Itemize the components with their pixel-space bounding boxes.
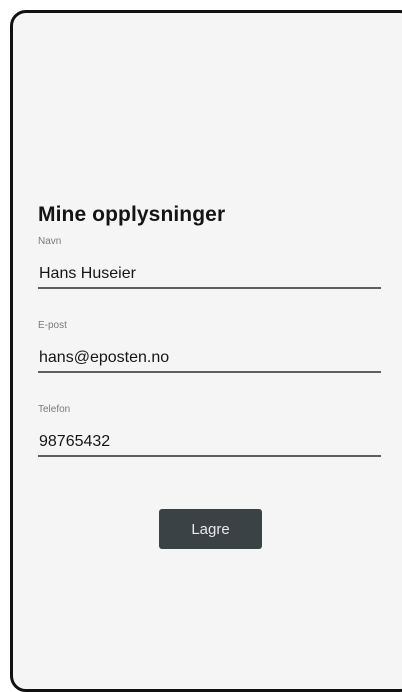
name-field: Navn bbox=[38, 235, 381, 289]
email-input[interactable] bbox=[38, 345, 381, 373]
phone-label: Telefon bbox=[38, 404, 71, 415]
name-label: Navn bbox=[38, 236, 62, 247]
phone-input[interactable] bbox=[38, 429, 381, 457]
email-label: E-post bbox=[38, 320, 67, 331]
email-field: E-post bbox=[38, 319, 381, 373]
name-input[interactable] bbox=[38, 261, 381, 289]
phone-field: Telefon bbox=[38, 403, 381, 457]
page-title: Mine opplysninger bbox=[38, 203, 226, 226]
save-button[interactable]: Lagre bbox=[159, 509, 262, 549]
